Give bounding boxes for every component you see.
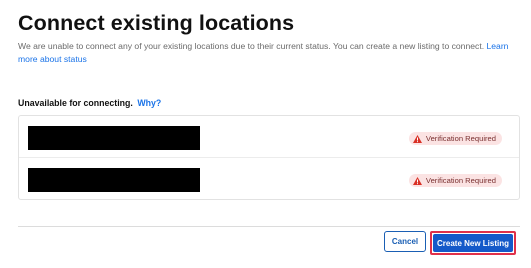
status-badge: Verification Required	[408, 174, 502, 187]
status-description: We are unable to connect any of your exi…	[18, 40, 520, 66]
footer-divider	[18, 226, 520, 227]
page-title: Connect existing locations	[18, 11, 295, 35]
create-new-listing-button[interactable]: Create New Listing	[433, 234, 513, 252]
unavailable-label: Unavailable for connecting.	[18, 98, 133, 108]
warning-triangle-icon	[412, 134, 422, 143]
create-button-highlight: Create New Listing	[430, 231, 516, 255]
unavailable-heading: Unavailable for connecting. Why?	[18, 98, 161, 108]
status-badge-label: Verification Required	[425, 176, 496, 185]
location-row: Verification Required	[19, 158, 519, 200]
status-badge: Verification Required	[408, 132, 502, 145]
locations-list: Verification Required Verification Requi…	[18, 115, 520, 200]
warning-triangle-icon	[412, 176, 422, 185]
status-badge-label: Verification Required	[425, 134, 496, 143]
cancel-button[interactable]: Cancel	[384, 231, 426, 252]
location-row: Verification Required	[19, 116, 519, 158]
redacted-location-name	[28, 168, 200, 192]
redacted-location-name	[28, 126, 200, 150]
description-text: We are unable to connect any of your exi…	[18, 41, 487, 51]
connect-locations-dialog: Connect existing locations We are unable…	[0, 0, 531, 268]
why-link[interactable]: Why?	[137, 98, 161, 108]
